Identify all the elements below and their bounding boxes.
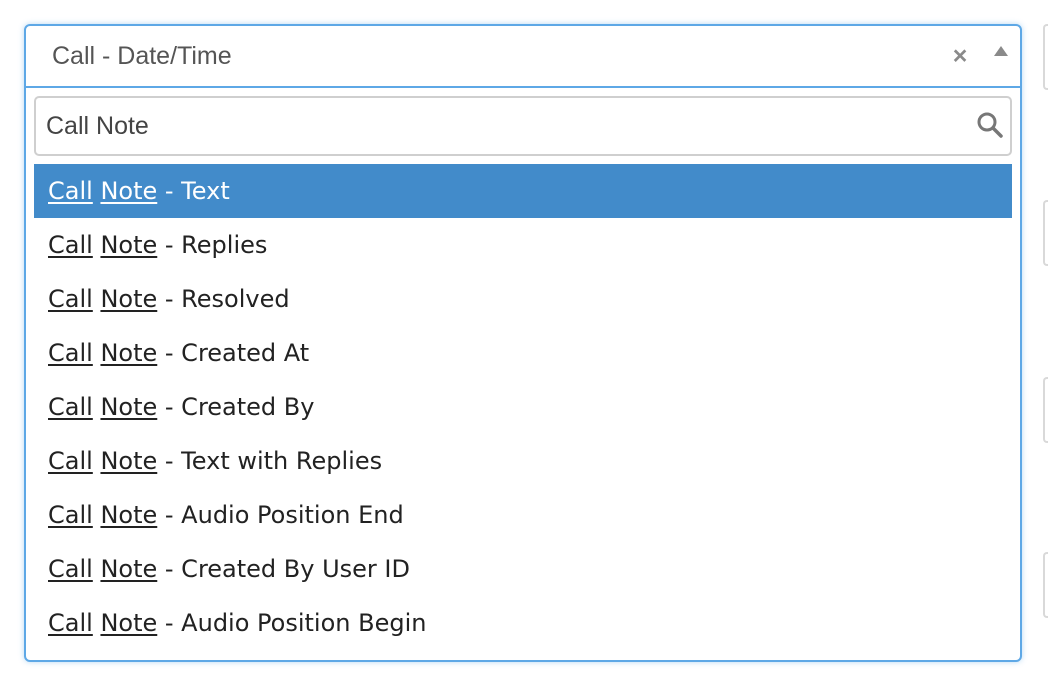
close-icon[interactable]: × (947, 42, 973, 70)
select-current-selection[interactable]: Call - Date/Time × (26, 26, 1020, 88)
match-highlight: Note (100, 231, 158, 259)
match-highlight: Call (48, 447, 93, 475)
match-highlight: Note (100, 339, 158, 367)
adjacent-field-4[interactable] (1043, 552, 1048, 618)
match-highlight: Call (48, 339, 93, 367)
result-label: - Created At (157, 339, 310, 367)
match-highlight: Call (48, 393, 93, 421)
match-highlight: Note (100, 177, 158, 205)
result-option[interactable]: Call Note - Text with Replies (34, 434, 1012, 488)
result-option[interactable]: Call Note - Replies (34, 218, 1012, 272)
field-select-dropdown[interactable]: Call - Date/Time × Call Note - TextCall … (24, 24, 1022, 662)
match-highlight: Note (100, 501, 158, 529)
search-box (34, 96, 1012, 156)
adjacent-field-3[interactable] (1043, 377, 1048, 443)
adjacent-field-1[interactable] (1043, 24, 1048, 90)
selected-value: Call - Date/Time (52, 42, 232, 70)
result-option[interactable]: Call Note - Created By User ID (34, 542, 1012, 596)
result-option[interactable]: Call Note - Created At (34, 326, 1012, 380)
match-highlight: Call (48, 231, 93, 259)
adjacent-field-2[interactable] (1043, 200, 1048, 266)
match-highlight: Call (48, 555, 93, 583)
result-label: - Text with Replies (157, 447, 383, 475)
match-highlight: Call (48, 285, 93, 313)
result-label: - Replies (157, 231, 268, 259)
result-label: - Audio Position End (157, 501, 404, 529)
result-label: - Created By (157, 393, 315, 421)
results-list: Call Note - Text Call Note - Replies Call … (34, 164, 1012, 650)
result-label: - Audio Position Begin (157, 609, 427, 637)
result-option[interactable]: Call Note - Resolved (34, 272, 1012, 326)
result-option[interactable]: Call Note - Audio Position Begin (34, 596, 1012, 650)
result-label: - Resolved (157, 285, 290, 313)
match-highlight: Call (48, 177, 93, 205)
caret-up-icon[interactable] (994, 46, 1008, 56)
result-option[interactable]: Call Note - Audio Position End (34, 488, 1012, 542)
stage: Call - Date/Time × Call Note - TextCall … (0, 0, 1048, 688)
match-highlight: Note (100, 393, 158, 421)
result-option[interactable]: Call Note - Created By (34, 380, 1012, 434)
result-label: - Text (157, 177, 230, 205)
match-highlight: Note (100, 285, 158, 313)
match-highlight: Note (100, 609, 158, 637)
result-label: - Created By User ID (157, 555, 410, 583)
match-highlight: Call (48, 501, 93, 529)
match-highlight: Note (100, 447, 158, 475)
result-option[interactable]: Call Note - Text (34, 164, 1012, 218)
match-highlight: Call (48, 609, 93, 637)
search-icon (977, 112, 1003, 138)
search-input[interactable] (46, 104, 946, 148)
match-highlight: Note (100, 555, 158, 583)
